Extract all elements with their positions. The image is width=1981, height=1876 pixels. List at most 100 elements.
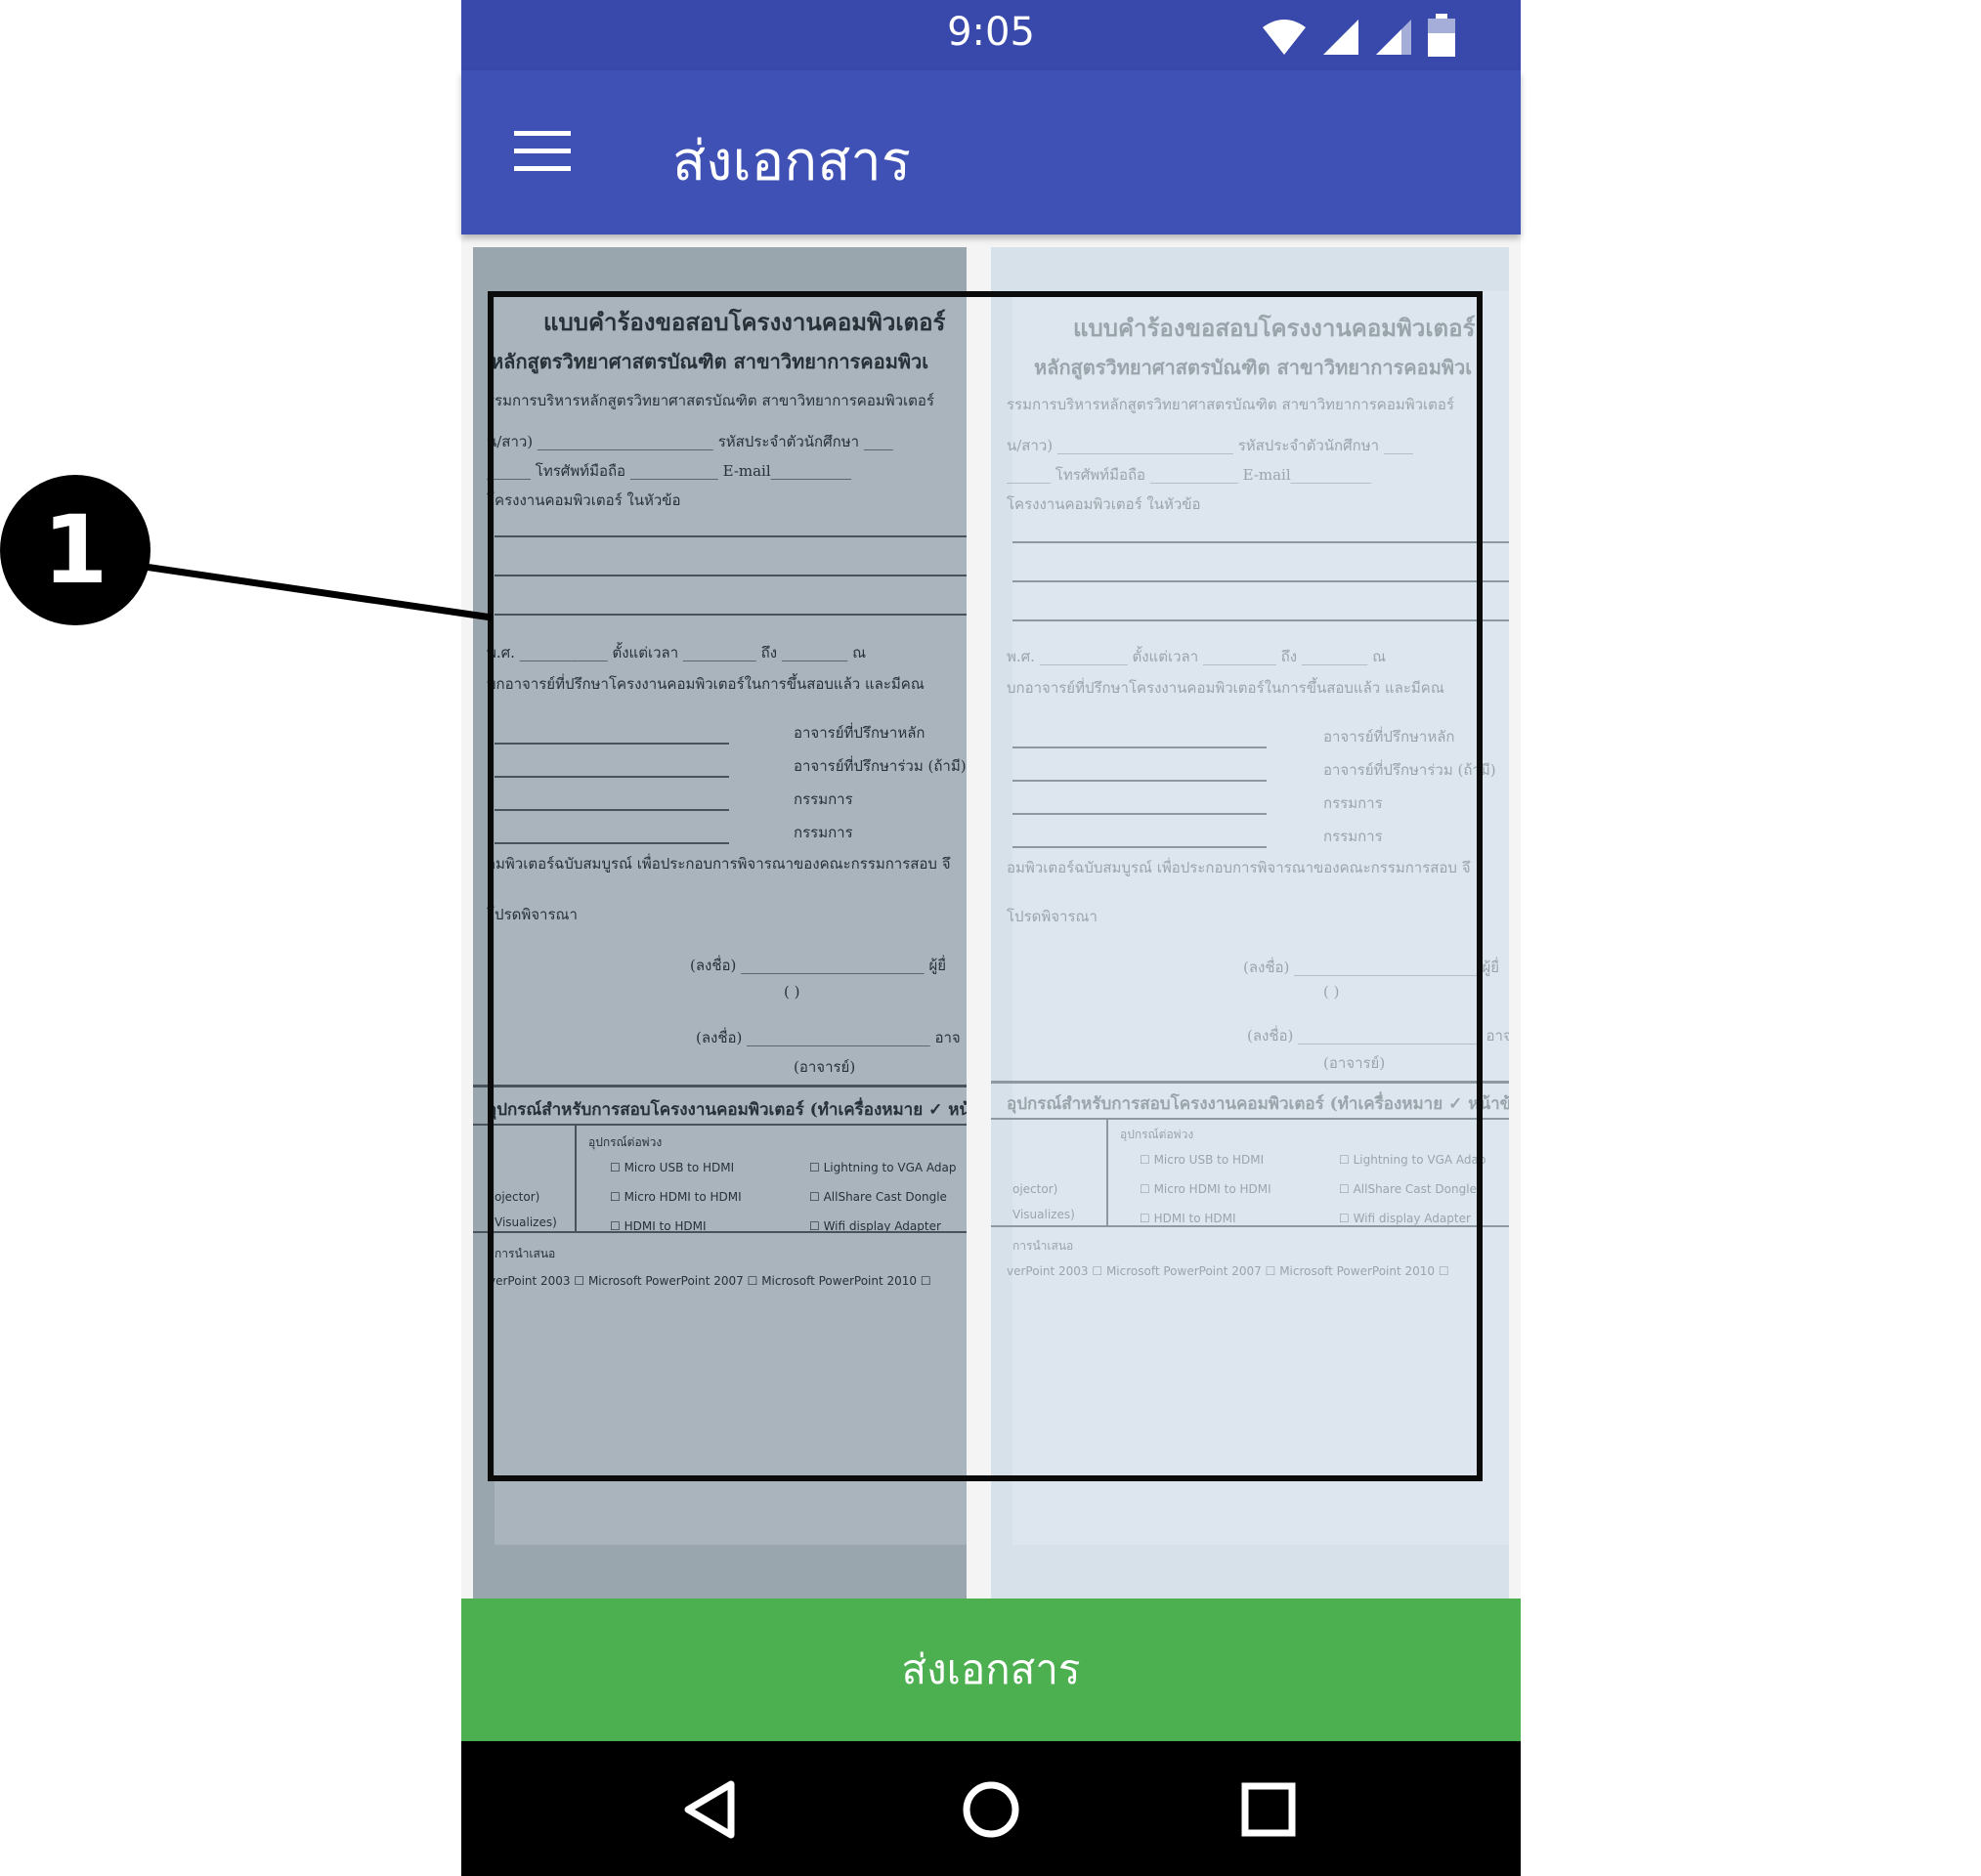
document-page: แบบคำร้องขอสอบโครงงานคอมพิวเตอร์ หลักสูต… bbox=[473, 291, 967, 1545]
doc-subtitle: หลักสูตรวิทยาศาสตรบัณฑิต สาขาวิทยาการคอม… bbox=[1034, 356, 1473, 379]
committee-label: กรรมการ bbox=[1323, 794, 1383, 812]
doc-rule bbox=[495, 842, 729, 844]
checkbox-option: ☐ AllShare Cast Dongle bbox=[1339, 1182, 1477, 1196]
adapters-label: อุปกรณ์ต่อพ่วง bbox=[588, 1135, 663, 1149]
doc-rule bbox=[1012, 541, 1509, 543]
signal-icon bbox=[1323, 20, 1358, 55]
doc-rule bbox=[991, 1225, 1509, 1227]
enhanced-scan-image: แบบคำร้องขอสอบโครงงานคอมพิวเตอร์ หลักสูต… bbox=[991, 247, 1509, 1599]
checkbox-option: ☐ Micro HDMI to HDMI bbox=[1140, 1182, 1271, 1196]
doc-line: โปรดพิจารณา bbox=[487, 906, 578, 923]
doc-line: รรมการบริหารหลักสูตรวิทยาศาสตรบัณฑิต สาข… bbox=[487, 392, 934, 409]
doc-title: แบบคำร้องขอสอบโครงงานคอมพิวเตอร์ bbox=[1073, 314, 1476, 342]
doc-rule bbox=[1012, 813, 1267, 815]
presentation-options: verPoint 2003 ☐ Microsoft PowerPoint 200… bbox=[489, 1274, 931, 1288]
presentation-options: verPoint 2003 ☐ Microsoft PowerPoint 200… bbox=[1007, 1264, 1449, 1278]
recents-square-icon[interactable] bbox=[1229, 1770, 1308, 1849]
committee-label: กรรมการ bbox=[1323, 828, 1383, 845]
doc-line: โปรดพิจารณา bbox=[1007, 908, 1098, 925]
doc-line: พ.ศ. ____________ ตั้งแต่เวลา __________… bbox=[1007, 648, 1387, 665]
equipment-title: อุปกรณ์สำหรับการสอบโครงงานคอมพิวเตอร์ (ท… bbox=[1007, 1094, 1509, 1114]
doc-line: บกอาจารย์ที่ปรึกษาโครงงานคอมพิวเตอร์ในกา… bbox=[487, 675, 925, 693]
doc-line: ______ โทรศัพท์มือถือ ____________ E-mai… bbox=[1007, 466, 1372, 484]
signature-line: (ลงชื่อ) _________________________ ผู้ยื… bbox=[690, 957, 947, 974]
doc-rule bbox=[495, 809, 729, 811]
doc-line: ______ โทรศัพท์มือถือ ____________ E-mai… bbox=[487, 462, 852, 480]
checkbox-option: ☐ Micro USB to HDMI bbox=[1140, 1153, 1265, 1167]
projector-label: ojector) bbox=[1012, 1182, 1058, 1196]
doc-line: น/สาว) ________________________ รหัสประจ… bbox=[1007, 437, 1413, 454]
presentation-label: การนำเสนอ bbox=[495, 1247, 556, 1260]
doc-rule bbox=[495, 535, 967, 537]
doc-rule bbox=[495, 575, 967, 576]
doc-line: บกอาจารย์ที่ปรึกษาโครงงานคอมพิวเตอร์ในกา… bbox=[1007, 679, 1444, 697]
doc-rule bbox=[495, 776, 729, 778]
visualizer-label: Visualizes) bbox=[1012, 1208, 1075, 1221]
signal-icon bbox=[1376, 20, 1411, 55]
checkbox-option: ☐ Lightning to VGA Adap bbox=[1339, 1153, 1486, 1167]
doc-subtitle: หลักสูตรวิทยาศาสตรบัณฑิต สาขาวิทยาการคอม… bbox=[491, 350, 929, 373]
committee-label: กรรมการ bbox=[794, 824, 853, 841]
signature-role: (อาจารย์) bbox=[1323, 1054, 1386, 1072]
checkbox-option: ☐ Micro USB to HDMI bbox=[610, 1161, 735, 1174]
advisor-main-label: อาจารย์ที่ปรึกษาหลัก bbox=[794, 724, 926, 742]
doc-rule bbox=[473, 1124, 967, 1126]
document-preview-area: แบบคำร้องขอสอบโครงงานคอมพิวเตอร์ หลักสูต… bbox=[461, 234, 1521, 1599]
checkbox-option: ☐ HDMI to HDMI bbox=[1140, 1212, 1236, 1225]
checkbox-option: ☐ Lightning to VGA Adap bbox=[809, 1161, 957, 1174]
doc-rule bbox=[473, 1231, 967, 1233]
doc-rule bbox=[495, 614, 967, 616]
signature-name: ( ) bbox=[1323, 983, 1340, 1001]
doc-line: น/สาว) ________________________ รหัสประจ… bbox=[487, 433, 893, 450]
doc-rule bbox=[1012, 619, 1509, 621]
projector-label: ojector) bbox=[495, 1190, 540, 1204]
checkbox-option: ☐ AllShare Cast Dongle bbox=[809, 1190, 947, 1204]
checkbox-option: ☐ Micro HDMI to HDMI bbox=[610, 1190, 742, 1204]
back-triangle-icon[interactable] bbox=[672, 1770, 751, 1849]
presentation-label: การนำเสนอ bbox=[1012, 1239, 1074, 1253]
status-icons bbox=[1261, 14, 1456, 57]
doc-title: แบบคำร้องขอสอบโครงงานคอมพิวเตอร์ bbox=[543, 308, 946, 336]
signature-name: ( ) bbox=[784, 983, 800, 1001]
doc-rule bbox=[1012, 580, 1509, 582]
signature-line: (ลงชื่อ) _________________________ ผู้ยื… bbox=[1243, 959, 1500, 976]
phone-screen: 9:05 ส่งเอกสาร แบบคำร้องขอสอบโครงงานคอมพ… bbox=[461, 0, 1521, 1876]
signature-line: (ลงชื่อ) _________________________ อาจ bbox=[1247, 1027, 1509, 1045]
home-circle-icon[interactable] bbox=[952, 1770, 1030, 1849]
doc-rule bbox=[575, 1124, 577, 1231]
doc-rule bbox=[1012, 780, 1267, 782]
hamburger-menu-icon[interactable] bbox=[514, 129, 573, 174]
doc-line: พ.ศ. ____________ ตั้งแต่เวลา __________… bbox=[487, 644, 867, 661]
signature-line: (ลงชื่อ) _________________________ อาจ bbox=[696, 1029, 961, 1046]
document-page: แบบคำร้องขอสอบโครงงานคอมพิวเตอร์ หลักสูต… bbox=[991, 291, 1509, 1545]
advisor-co-label: อาจารย์ที่ปรึกษาร่วม (ถ้ามี) bbox=[1323, 761, 1496, 779]
doc-rule bbox=[473, 1085, 967, 1087]
send-document-button[interactable]: ส่งเอกสาร bbox=[461, 1599, 1521, 1741]
doc-line: อมพิวเตอร์ฉบับสมบูรณ์ เพื่อประกอบการพิจา… bbox=[487, 855, 951, 873]
checkbox-option: ☐ Wifi display Adapter bbox=[1339, 1212, 1471, 1225]
doc-rule bbox=[991, 1118, 1509, 1120]
equipment-title: อุปกรณ์สำหรับการสอบโครงงานคอมพิวเตอร์ (ท… bbox=[487, 1100, 967, 1120]
doc-line: โครงงานคอมพิวเตอร์ ในหัวข้อ bbox=[487, 491, 681, 509]
doc-line: โครงงานคอมพิวเตอร์ ในหัวข้อ bbox=[1007, 495, 1201, 513]
visualizer-label: Visualizes) bbox=[495, 1215, 557, 1229]
wifi-icon bbox=[1263, 20, 1306, 55]
advisor-co-label: อาจารย์ที่ปรึกษาร่วม (ถ้ามี) bbox=[794, 757, 967, 775]
doc-line: รรมการบริหารหลักสูตรวิทยาศาสตรบัณฑิต สาข… bbox=[1007, 396, 1454, 413]
navigation-bar bbox=[461, 1741, 1521, 1876]
doc-rule bbox=[1012, 846, 1267, 848]
app-bar: ส่งเอกสาร bbox=[461, 70, 1521, 234]
doc-rule bbox=[1106, 1118, 1108, 1225]
committee-label: กรรมการ bbox=[794, 790, 853, 808]
advisor-main-label: อาจารย์ที่ปรึกษาหลัก bbox=[1323, 728, 1455, 746]
adapters-label: อุปกรณ์ต่อพ่วง bbox=[1120, 1128, 1194, 1141]
doc-rule bbox=[495, 743, 729, 745]
battery-icon bbox=[1428, 14, 1455, 57]
original-scan-image: แบบคำร้องขอสอบโครงงานคอมพิวเตอร์ หลักสูต… bbox=[473, 247, 967, 1599]
doc-rule bbox=[991, 1081, 1509, 1084]
app-title: ส่งเอกสาร bbox=[672, 130, 911, 193]
callout-number-badge: 1 bbox=[0, 475, 151, 625]
status-bar: 9:05 bbox=[461, 0, 1521, 70]
doc-rule bbox=[1012, 746, 1267, 748]
signature-role: (อาจารย์) bbox=[794, 1058, 856, 1076]
